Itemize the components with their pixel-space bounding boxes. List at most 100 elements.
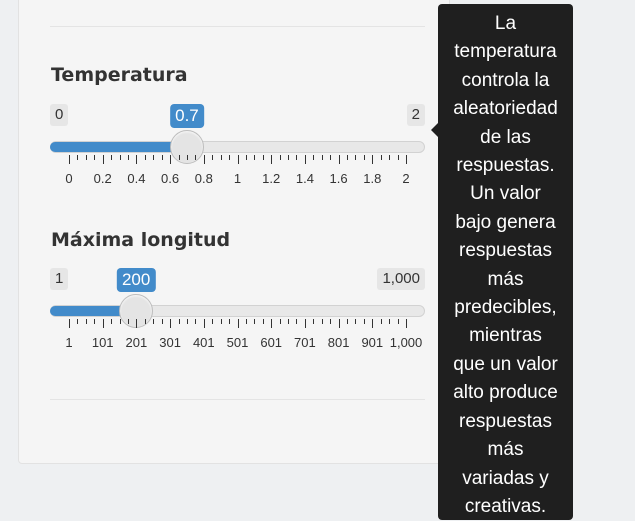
- tooltip-line: La: [494, 13, 517, 34]
- tick-label: 901: [361, 335, 384, 350]
- minor-tick: [153, 319, 155, 324]
- minor-tick: [178, 319, 180, 324]
- temperature-tooltip: La temperatura controla la aleatoriedad de l…: [431, 4, 573, 520]
- minor-tick: [212, 319, 214, 324]
- tick-label: 1.8: [363, 171, 382, 186]
- major-tick: [203, 319, 205, 328]
- tooltip-line: variadas y: [462, 467, 549, 489]
- major-tick: [136, 319, 138, 328]
- minor-tick: [254, 155, 256, 160]
- minor-tick: [186, 319, 188, 324]
- tooltip-line: aleatoriedad: [453, 98, 558, 120]
- major-tick: [170, 155, 172, 164]
- tick-label: 801: [327, 335, 350, 350]
- minor-tick: [119, 319, 121, 324]
- minor-tick: [195, 155, 197, 160]
- tooltip-line: más: [487, 268, 524, 290]
- tooltip-line: mientras: [469, 325, 542, 347]
- minor-tick: [127, 319, 129, 324]
- tick-label: 0.6: [161, 171, 180, 186]
- minor-tick: [262, 319, 264, 324]
- minor-tick: [380, 319, 382, 324]
- minor-tick: [77, 319, 79, 324]
- minor-tick: [212, 155, 214, 160]
- major-tick: [406, 155, 407, 164]
- major-tick: [102, 319, 104, 328]
- tick-label: 701: [294, 335, 316, 350]
- major-tick: [170, 319, 172, 328]
- minor-tick: [380, 155, 382, 160]
- max-length-value-label: 200: [116, 268, 156, 292]
- minor-tick: [279, 319, 281, 324]
- major-tick: [304, 319, 306, 328]
- tick-label: 301: [159, 335, 181, 350]
- major-tick: [372, 155, 374, 164]
- temperature-max-label: 2: [406, 104, 425, 126]
- temperature-slider[interactable]: 0 2 0.7 0 0.2 0.4 0.6 0.8 1 1.2 1.4 1.6 1.8 2: [50, 104, 425, 204]
- max-length-label: Máxima longitud: [51, 229, 231, 251]
- major-tick: [406, 319, 407, 328]
- minor-tick: [296, 319, 298, 324]
- minor-tick: [85, 319, 87, 324]
- minor-tick: [85, 155, 87, 160]
- major-tick: [372, 319, 374, 328]
- minor-tick: [127, 155, 129, 160]
- tooltip-line: que un valor: [453, 353, 558, 375]
- temperature-fill: [50, 142, 187, 152]
- major-tick: [237, 319, 239, 328]
- temperature-value-label: 0.7: [170, 104, 204, 128]
- tooltip-line: bajo genera: [455, 211, 556, 233]
- minor-tick: [229, 319, 231, 324]
- minor-tick: [389, 155, 391, 160]
- tick-label: 1.2: [262, 171, 281, 186]
- minor-tick: [220, 319, 222, 324]
- minor-tick: [254, 319, 256, 324]
- minor-tick: [178, 155, 180, 160]
- major-tick: [338, 319, 340, 328]
- minor-tick: [330, 319, 332, 324]
- minor-tick: [347, 319, 349, 324]
- major-tick: [304, 155, 306, 164]
- minor-tick: [321, 319, 323, 324]
- tick-label: 0.2: [93, 171, 112, 186]
- tooltip-line: más: [487, 439, 524, 461]
- major-tick: [271, 319, 273, 328]
- minor-tick: [111, 155, 113, 160]
- minor-tick: [144, 319, 146, 324]
- tick-label: 2: [402, 171, 410, 186]
- minor-tick: [220, 155, 222, 160]
- tick-label: 1.6: [329, 171, 348, 186]
- minor-tick: [330, 155, 332, 160]
- tooltip-line: respuestas: [459, 240, 552, 262]
- tick-label: 1: [65, 335, 73, 350]
- minor-tick: [195, 319, 197, 324]
- major-tick: [102, 155, 104, 164]
- major-tick: [69, 319, 70, 328]
- major-tick: [136, 155, 138, 164]
- minor-tick: [313, 319, 315, 324]
- minor-tick: [355, 319, 357, 324]
- divider-top: [50, 26, 425, 27]
- max-length-max-label: 1,000: [377, 268, 425, 290]
- tooltip-line: respuestas.: [456, 155, 555, 177]
- minor-tick: [94, 319, 96, 324]
- max-length-slider[interactable]: 1 1,000 200 1 101 201 301 401 501 601 701 801 901…: [50, 268, 425, 368]
- minor-tick: [262, 155, 264, 160]
- minor-tick: [363, 319, 365, 324]
- minor-tick: [288, 319, 290, 324]
- tick-label: 201: [125, 335, 148, 350]
- tick-label: 401: [192, 335, 215, 350]
- minor-tick: [77, 155, 79, 160]
- tooltip-line: Un valor: [470, 183, 541, 205]
- minor-tick: [245, 319, 247, 324]
- tooltip-line: de las: [480, 126, 531, 148]
- tick-label: 0.4: [127, 171, 146, 186]
- minor-tick: [161, 319, 163, 324]
- minor-tick: [279, 155, 281, 160]
- tooltip-line: alto produce: [453, 382, 558, 404]
- major-tick: [69, 155, 70, 164]
- minor-tick: [321, 155, 323, 160]
- tick-label: 1: [233, 171, 242, 186]
- minor-tick: [288, 155, 290, 160]
- minor-tick: [111, 319, 113, 324]
